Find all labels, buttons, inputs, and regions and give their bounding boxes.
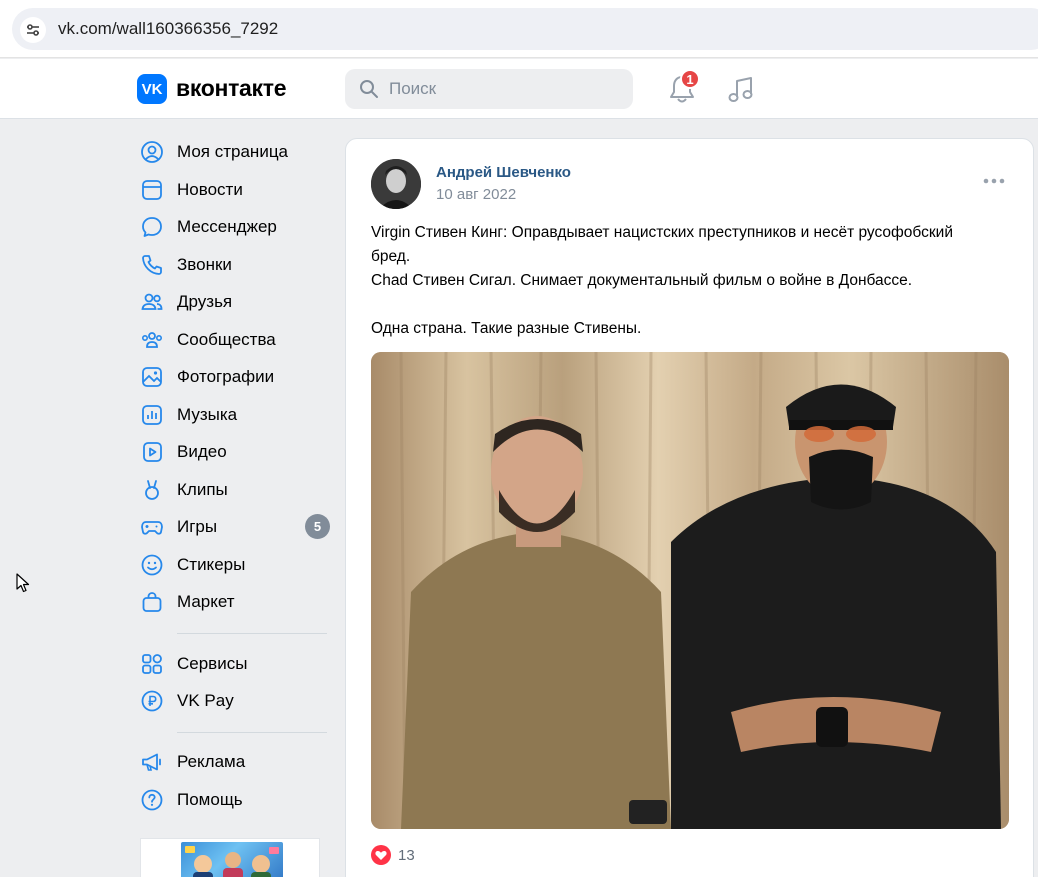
help-icon: [141, 789, 163, 811]
post-text-line: бред.: [371, 248, 411, 265]
sidebar-item-label: Клипы: [177, 480, 228, 499]
sidebar-item-label: Маркет: [177, 592, 235, 611]
sidebar-divider: [177, 732, 327, 733]
more-options-icon[interactable]: [983, 177, 1005, 185]
promo-image: [181, 842, 283, 877]
sidebar-item-label: Друзья: [177, 292, 233, 311]
sidebar-item-label: VK Pay: [177, 691, 234, 710]
sidebar-item-label: Новости: [177, 180, 243, 199]
sidebar-item-messenger[interactable]: Мессенджер: [137, 208, 332, 244]
wall-post: Андрей Шевченко 10 авг 2022 Virgin Стиве…: [345, 138, 1034, 877]
search-icon: [360, 80, 378, 98]
sidebar-item-label: Музыка: [177, 405, 238, 424]
sidebar-item-label: Звонки: [177, 255, 232, 274]
sidebar-item-label: Помощь: [177, 790, 243, 809]
music-icon: [142, 405, 162, 425]
news-icon: [142, 180, 162, 200]
sidebar-divider: [177, 633, 327, 634]
games-count-badge: 5: [305, 514, 330, 539]
communities-icon: [141, 332, 162, 348]
notification-badge: 1: [680, 69, 700, 89]
post-text-line: Virgin Стивен Кинг: Оправдывает нацистск…: [371, 224, 953, 241]
sidebar-item-label: Мессенджер: [177, 217, 277, 236]
vk-logo-icon[interactable]: VK: [137, 74, 167, 104]
profile-icon: [141, 141, 163, 163]
clips-icon: [145, 480, 159, 500]
sidebar-item-label: Сервисы: [177, 654, 248, 673]
sidebar-item-ads[interactable]: Реклама: [137, 743, 332, 779]
search-box[interactable]: [345, 69, 633, 109]
author-avatar[interactable]: [371, 159, 421, 209]
sidebar-item-communities[interactable]: Сообщества: [137, 321, 332, 357]
sidebar-promo-card[interactable]: [140, 838, 320, 877]
sidebar-item-label: Реклама: [177, 752, 246, 771]
sidebar-item-label: Игры: [177, 517, 218, 536]
sidebar-item-label: Моя страница: [177, 142, 289, 161]
sidebar-item-friends[interactable]: Друзья: [137, 283, 332, 319]
sidebar-item-calls[interactable]: Звонки: [137, 246, 332, 282]
messenger-icon: [142, 217, 162, 237]
ads-icon: [142, 753, 161, 771]
browser-address-bar: vk.com/wall160366356_7292: [0, 0, 1038, 58]
sidebar-item-music[interactable]: Музыка: [137, 396, 332, 432]
search-input[interactable]: [389, 69, 619, 109]
sidebar-item-label: Фотографии: [177, 367, 275, 386]
sidebar-item-photos[interactable]: Фотографии: [137, 358, 332, 394]
friends-icon: [141, 293, 163, 310]
post-text: Virgin Стивен Кинг: Оправдывает нацистск…: [371, 221, 1011, 341]
url-text[interactable]: vk.com/wall160366356_7292: [58, 19, 278, 39]
sidebar-item-label: Сообщества: [177, 330, 276, 349]
video-icon: [143, 442, 162, 462]
vk-top-bar: VK вконтакте 1: [0, 59, 1038, 119]
market-icon: [142, 592, 162, 612]
music-player-icon[interactable]: [726, 73, 756, 105]
vk-wordmark[interactable]: вконтакте: [176, 75, 287, 102]
sidebar-item-clips[interactable]: Клипы: [137, 471, 332, 507]
post-text-line: [371, 293, 1011, 317]
sidebar-item-help[interactable]: Помощь: [137, 781, 332, 817]
mouse-cursor-icon: [16, 573, 30, 593]
stickers-icon: [141, 554, 163, 576]
games-icon: [141, 521, 163, 535]
like-button[interactable]: 13: [371, 844, 415, 866]
vkpay-icon: [141, 690, 163, 712]
heart-icon: [371, 845, 391, 865]
post-text-line: Одна страна. Такие разные Стивены.: [371, 320, 642, 337]
services-icon: [142, 654, 162, 674]
sidebar-item-services[interactable]: Сервисы: [137, 645, 332, 681]
sidebar-item-stickers[interactable]: Стикеры: [137, 546, 332, 582]
sidebar-item-games[interactable]: Игры 5: [137, 508, 332, 544]
post-text-line: Chad Стивен Сигал. Снимает документальны…: [371, 272, 913, 289]
sidebar-item-news[interactable]: Новости: [137, 171, 332, 207]
photos-icon: [142, 367, 162, 387]
like-count: 13: [398, 846, 415, 864]
post-date[interactable]: 10 авг 2022: [436, 186, 516, 203]
sidebar-item-market[interactable]: Маркет: [137, 583, 332, 619]
sidebar-item-label: Видео: [177, 442, 227, 461]
sidebar-item-vkpay[interactable]: VK Pay: [137, 682, 332, 718]
post-photo[interactable]: [371, 352, 1009, 829]
sidebar-item-video[interactable]: Видео: [137, 433, 332, 469]
photo-content: [371, 352, 1009, 829]
site-settings-icon[interactable]: [20, 17, 46, 43]
sidebar-item-my-page[interactable]: Моя страница: [137, 133, 332, 169]
post-author-name[interactable]: Андрей Шевченко: [436, 164, 571, 181]
phone-icon: [142, 255, 162, 275]
sidebar-item-label: Стикеры: [177, 555, 246, 574]
